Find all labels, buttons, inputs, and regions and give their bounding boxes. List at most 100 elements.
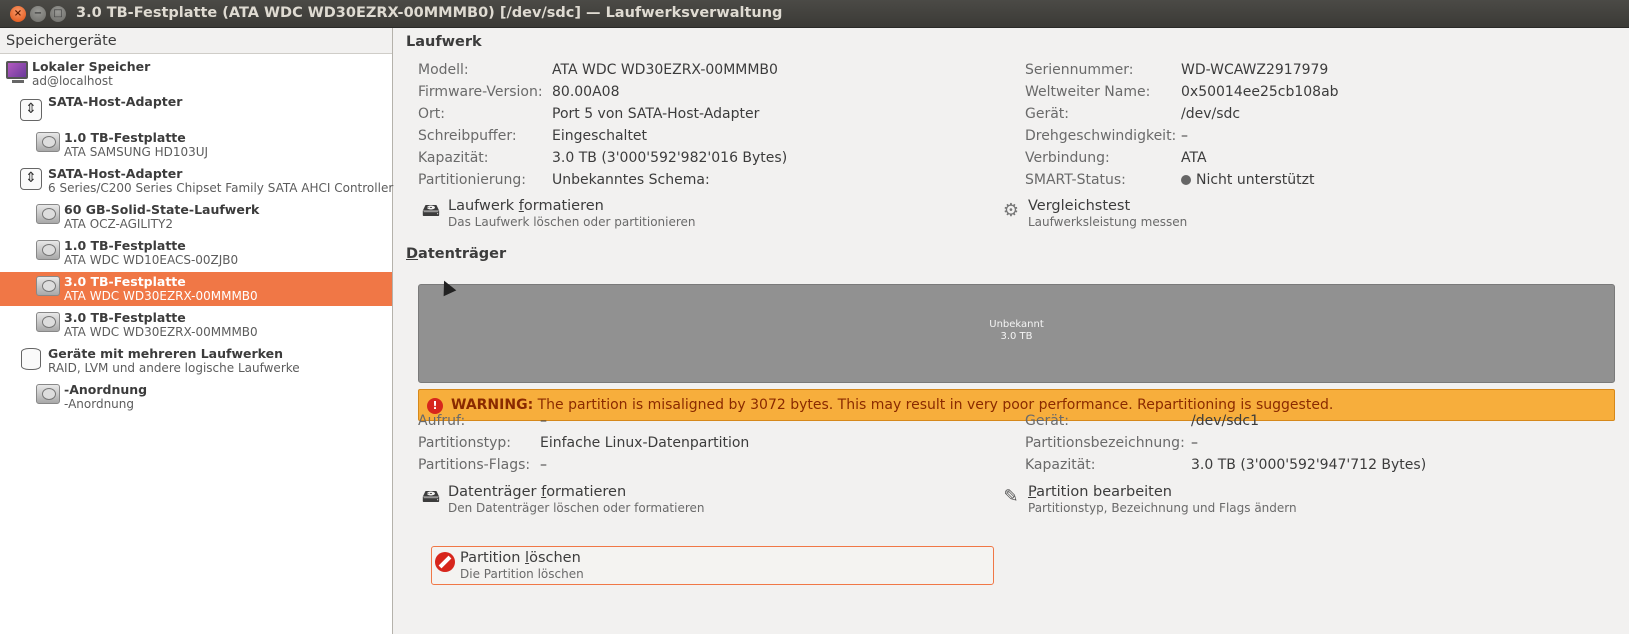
volume-grid-partition[interactable]: Unbekannt 3.0 TB — [418, 284, 1615, 383]
mount-label: Aufruf: — [418, 413, 466, 429]
tree-item-title: SATA-Host-Adapter — [48, 94, 183, 109]
gears-icon: ⚙ — [1002, 200, 1020, 221]
smart-label: SMART-Status: — [1025, 172, 1126, 188]
tree-item-disk-wd30-2[interactable]: 3.0 TB-Festplatte ATA WDC WD30EZRX-00MMM… — [0, 308, 392, 342]
computer-icon — [6, 61, 28, 83]
capacity-value: 3.0 TB (3'000'592'982'016 Bytes) — [552, 150, 788, 166]
tree-item-subtitle: 6 Series/C200 Series Chipset Family SATA… — [48, 181, 394, 195]
tree-item-title: 1.0 TB-Festplatte — [64, 130, 186, 145]
rotation-value: – — [1181, 128, 1188, 144]
title-bar: × − □ 3.0 TB-Festplatte (ATA WDC WD30EZR… — [0, 0, 1629, 28]
tree-item-subtitle: RAID, LVM und andere logische Laufwerke — [48, 361, 300, 375]
harddisk-icon — [36, 132, 60, 152]
tree-item-sata-adapter-1[interactable]: ⇕ SATA-Host-Adapter — [0, 92, 392, 126]
partition-flags-value: – — [540, 457, 547, 473]
partition-device-value: /dev/sdc1 — [1191, 413, 1260, 429]
tree-item-title: Lokaler Speicher — [32, 59, 151, 74]
benchmark-subtitle: Laufwerksleistung messen — [1028, 215, 1188, 229]
delete-partition-subtitle: Die Partition löschen — [460, 567, 584, 581]
partition-device-label: Gerät: — [1025, 413, 1070, 429]
partition-type-value: Einfache Linux-Datenpartition — [540, 435, 750, 451]
harddisk-icon — [36, 312, 60, 332]
rotation-label: Drehgeschwindigkeit: — [1025, 128, 1177, 144]
tree-item-title: SATA-Host-Adapter — [48, 166, 183, 181]
delete-icon — [435, 552, 455, 572]
mount-value: – — [540, 413, 547, 429]
format-volume-subtitle: Den Datenträger löschen oder formatieren — [448, 501, 705, 515]
tree-item-subtitle: ATA WDC WD30EZRX-00MMMB0 — [64, 325, 258, 339]
partitioning-value: Unbekanntes Schema: — [552, 172, 710, 188]
maximize-window-button[interactable]: □ — [50, 6, 66, 22]
tree-item-title: Geräte mit mehreren Laufwerken — [48, 346, 283, 361]
device-label: Gerät: — [1025, 106, 1070, 122]
format-volume-title: Datenträger formatieren — [448, 484, 627, 500]
tree-item-title: 60 GB-Solid-State-Laufwerk — [64, 202, 260, 217]
adapter-icon: ⇕ — [20, 99, 42, 121]
sidebar-header: Speichergeräte — [0, 28, 392, 54]
partition-size: 3.0 TB — [1000, 331, 1033, 342]
connection-value: ATA — [1181, 150, 1207, 166]
tree-item-multidisk[interactable]: Geräte mit mehreren Laufwerken RAID, LVM… — [0, 344, 392, 378]
tree-item-subtitle: ad@localhost — [32, 74, 113, 88]
format-drive-title: Laufwerk formatieren — [448, 198, 604, 214]
smart-status-text: Nicht unterstützt — [1196, 172, 1315, 188]
harddisk-icon — [36, 240, 60, 260]
window-title: 3.0 TB-Festplatte (ATA WDC WD30EZRX-00MM… — [76, 5, 783, 21]
smart-value: Nicht unterstützt — [1181, 172, 1314, 188]
close-window-button[interactable]: × — [10, 6, 26, 22]
firmware-value: 80.00A08 — [552, 84, 620, 100]
format-drive-icon: 🖴 — [421, 200, 441, 221]
partition-capacity-label: Kapazität: — [1025, 457, 1096, 473]
tree-item-subtitle: ATA WDC WD10EACS-00ZJB0 — [64, 253, 239, 267]
tree-item-disk-wd10[interactable]: 1.0 TB-Festplatte ATA WDC WD10EACS-00ZJB… — [0, 236, 392, 270]
connection-label: Verbindung: — [1025, 150, 1110, 166]
model-value: ATA WDC WD30EZRX-00MMMB0 — [552, 62, 778, 78]
warning-text: WARNING: The partition is misaligned by … — [451, 397, 1334, 413]
partition-capacity-value: 3.0 TB (3'000'592'947'712 Bytes) — [1191, 457, 1427, 473]
delete-partition-button[interactable]: Partition löschen Die Partition löschen — [431, 546, 994, 585]
serial-label: Seriennummer: — [1025, 62, 1134, 78]
tree-item-title: -Anordnung — [64, 382, 148, 397]
details-panel: Laufwerk Modell: ATA WDC WD30EZRX-00MMMB… — [394, 28, 1629, 634]
location-label: Ort: — [418, 106, 445, 122]
format-volume-button[interactable]: 🖴 Datenträger formatieren Den Datenträge… — [420, 484, 720, 518]
warning-icon: ! — [427, 398, 443, 414]
edit-partition-title: Partition bearbeiten — [1028, 484, 1172, 500]
tree-item-subtitle: -Anordnung — [64, 397, 134, 411]
misalignment-warning: ! WARNING: The partition is misaligned b… — [418, 389, 1615, 421]
tree-item-disk-wd30-selected[interactable]: 3.0 TB-Festplatte ATA WDC WD30EZRX-00MMM… — [0, 272, 392, 306]
harddisk-icon — [36, 276, 60, 296]
partitioning-label: Partitionierung: — [418, 172, 526, 188]
partition-name: Unbekannt — [989, 319, 1044, 330]
edit-partition-button[interactable]: ✎ Partition bearbeiten Partitionstyp, Be… — [1000, 484, 1300, 518]
ssd-icon — [36, 204, 60, 224]
device-value: /dev/sdc — [1181, 106, 1241, 122]
tree-item-subtitle: ATA SAMSUNG HD103UJ — [64, 145, 209, 159]
tree-item-subtitle: ATA WDC WD30EZRX-00MMMB0 — [64, 289, 258, 303]
delete-partition-title: Partition löschen — [460, 550, 581, 566]
format-drive-button[interactable]: 🖴 Laufwerk formatieren Das Laufwerk lösc… — [420, 198, 720, 232]
minimize-window-button[interactable]: − — [30, 6, 46, 22]
benchmark-button[interactable]: ⚙ Vergleichstest Laufwerksleistung messe… — [1000, 198, 1300, 232]
format-drive-subtitle: Das Laufwerk löschen oder partitionieren — [448, 215, 696, 229]
partition-label-value: – — [1191, 435, 1198, 451]
volumes-section-title: Datenträger — [406, 246, 507, 262]
model-label: Modell: — [418, 62, 469, 78]
partition-type-label: Partitionstyp: — [418, 435, 512, 451]
location-value: Port 5 von SATA-Host-Adapter — [552, 106, 760, 122]
wwn-label: Weltweiter Name: — [1025, 84, 1151, 100]
partition-flags-label: Partitions-Flags: — [418, 457, 531, 473]
serial-value: WD-WCAWZ2917979 — [1181, 62, 1329, 78]
tree-item-title: 3.0 TB-Festplatte — [64, 310, 186, 325]
tree-item-subtitle: ATA OCZ-AGILITY2 — [64, 217, 173, 231]
pencil-icon: ✎ — [1003, 486, 1019, 507]
firmware-label: Firmware-Version: — [418, 84, 543, 100]
tree-item-disk-samsung[interactable]: 1.0 TB-Festplatte ATA SAMSUNG HD103UJ — [0, 128, 392, 162]
tree-item-array[interactable]: -Anordnung -Anordnung — [0, 380, 392, 414]
tree-item-sata-adapter-2[interactable]: ⇕ SATA-Host-Adapter 6 Series/C200 Series… — [0, 164, 394, 198]
status-dot-icon — [1181, 175, 1191, 185]
array-icon — [36, 384, 60, 404]
tree-item-ssd-ocz[interactable]: 60 GB-Solid-State-Laufwerk ATA OCZ-AGILI… — [0, 200, 392, 234]
tree-item-local-storage[interactable]: Lokaler Speicher ad@localhost — [0, 57, 392, 91]
tree-item-title: 3.0 TB-Festplatte — [64, 274, 186, 289]
